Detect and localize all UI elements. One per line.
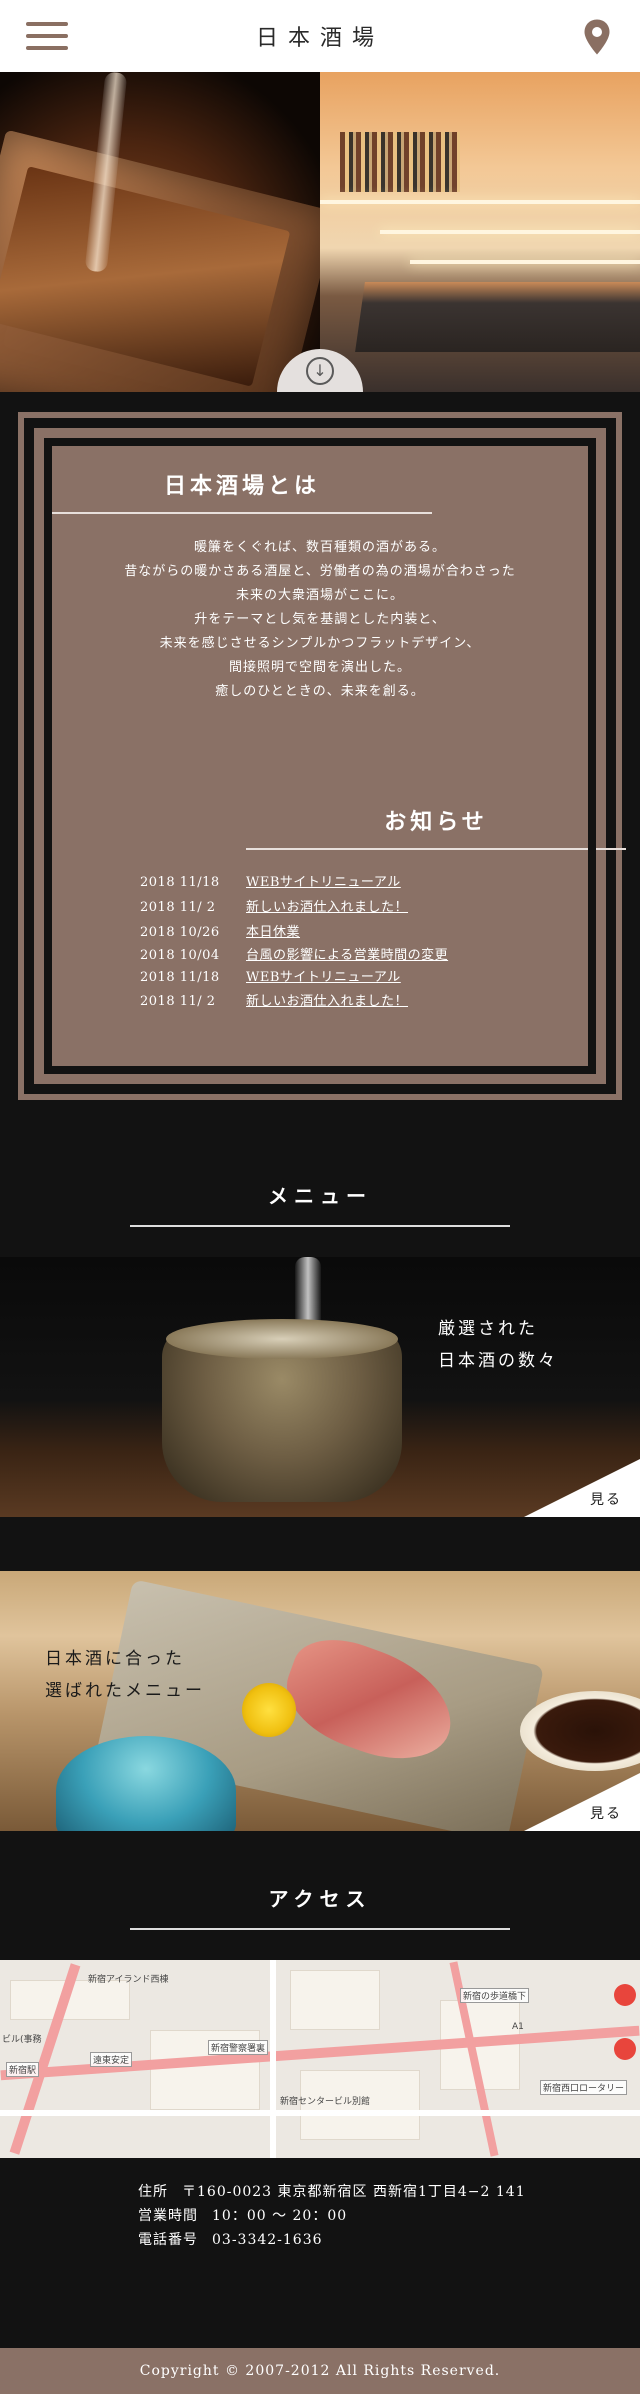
menu-card-food[interactable]: 日本酒に合った 選ばれたメニュー 見る [0, 1571, 640, 1831]
news-date: 2018 10/26 [140, 925, 220, 940]
news-text: WEBサイトリニューアル [246, 875, 401, 890]
phone-label: 電話番号 [138, 2232, 198, 2248]
see-more-button[interactable]: 見る [590, 1489, 622, 1509]
map-marker-icon[interactable] [614, 1984, 636, 2006]
news-divider [246, 848, 626, 850]
menu-card-line: 選ばれたメニュー [45, 1681, 205, 1701]
news-text: 新しいお酒仕入れました！ [246, 900, 409, 915]
map-marker-icon[interactable] [614, 2038, 636, 2060]
access-title: アクセス [268, 1887, 372, 1911]
hero: ↓ [0, 72, 640, 392]
news-date: 2018 10/04 [140, 948, 220, 963]
menu-card-sake[interactable]: 厳選された 日本酒の数々 見る [0, 1257, 640, 1517]
about-line: 升をテーマとし気を基調とした内装と、 [194, 612, 446, 627]
hamburger-icon[interactable] [26, 22, 68, 52]
about-line: 間接照明で空間を演出した。 [228, 660, 411, 675]
map-label: 新宿センタービル別館 [280, 2097, 371, 2107]
site-title[interactable]: 日本酒場 [256, 20, 384, 52]
map-label: 新宿駅 [6, 2062, 40, 2077]
hours-row: 営業時間 10：00 〜 20：00 [138, 2204, 640, 2228]
news-text: 新しいお酒仕入れました！ [246, 994, 409, 1009]
news-date: 2018 11/18 [140, 970, 220, 985]
see-more-corner [524, 1459, 640, 1517]
news-list: 2018 11/18 WEBサイトリニューアル 2018 11/ 2 新しいお酒仕入… [140, 870, 606, 1014]
about-text: 暖簾をくぐれば、数百種類の酒がある。 昔ながらの暖かさある酒屋と、労働者の為の酒… [34, 536, 606, 704]
menu-title: メニュー [268, 1184, 372, 1208]
menu-section: メニュー 厳選された 日本酒の数々 見る 日本酒に合った 選ばれたメニュー 見る [0, 1138, 640, 1831]
news-item[interactable]: 2018 11/18 WEBサイトリニューアル [140, 870, 606, 895]
about-section: 日本酒場とは 暖簾をくぐれば、数百種類の酒がある。 昔ながらの暖かさある酒屋と、… [0, 392, 640, 1138]
phone-value[interactable]: 03-3342-1636 [212, 2232, 323, 2248]
map-label: 新宿アイランド西棟 [88, 1975, 169, 1985]
about-line: 未来の大衆酒場がここに。 [235, 588, 404, 603]
menu-card-text: 日本酒に合った 選ばれたメニュー [45, 1643, 205, 1707]
address-value: 〒160-0023 東京都新宿区 西新宿1丁目4−2 141 [182, 2184, 526, 2200]
map-label: ビル(事務 [2, 2035, 42, 2045]
access-section: アクセス 新宿アイランド西棟 ビル(事務 新宿駅 遠東安定 新宿警察署裏 新宿セ… [0, 1831, 640, 2158]
menu-card-text: 厳選された 日本酒の数々 [438, 1313, 558, 1377]
about-line: 暖簾をくぐれば、数百種類の酒がある。 [193, 540, 446, 555]
copyright: Copyright © 2007-2012 All Rights Reserve… [139, 2363, 501, 2379]
menu-divider [130, 1225, 510, 1227]
about-line: 昔ながらの暖かさある酒屋と、労働者の為の酒場が合わさった [124, 564, 516, 579]
news-date: 2018 11/ 2 [140, 994, 216, 1009]
site-header: 日本酒場 [0, 0, 640, 72]
menu-card-line: 厳選された [438, 1319, 538, 1339]
see-more-button[interactable]: 見る [590, 1803, 622, 1823]
news-date: 2018 11/18 [140, 875, 220, 890]
news-item[interactable]: 2018 10/26 本日休業 [140, 920, 606, 945]
news-item[interactable]: 2018 11/ 2 新しいお酒仕入れました！ [140, 989, 606, 1014]
about-title: 日本酒場とは [163, 473, 320, 499]
map-pin-icon[interactable] [582, 18, 612, 56]
news-text: WEBサイトリニューアル [246, 970, 401, 985]
shop-info: 住所 〒160-0023 東京都新宿区 西新宿1丁目4−2 141 営業時間 10：… [0, 2158, 640, 2348]
access-map[interactable]: 新宿アイランド西棟 ビル(事務 新宿駅 遠東安定 新宿警察署裏 新宿センタービル… [0, 1960, 640, 2158]
map-label: 遠東安定 [90, 2052, 133, 2067]
map-label: 新宿警察署裏 [208, 2040, 269, 2055]
phone-row: 電話番号 03-3342-1636 [138, 2228, 640, 2252]
map-label: A1 [512, 2022, 524, 2032]
see-more-corner [524, 1773, 640, 1831]
site-footer: Copyright © 2007-2012 All Rights Reserve… [0, 2348, 640, 2394]
hours-value: 10：00 〜 20：00 [212, 2208, 348, 2224]
access-divider [130, 1928, 510, 1930]
news-title: お知らせ [384, 809, 488, 835]
menu-card-line: 日本酒に合った [45, 1649, 185, 1669]
news-item[interactable]: 2018 11/18 WEBサイトリニューアル [140, 967, 606, 989]
address-label: 住所 [138, 2184, 168, 2200]
address-row: 住所 〒160-0023 東京都新宿区 西新宿1丁目4−2 141 [138, 2180, 640, 2204]
about-line: 癒しのひとときの、未来を創る。 [215, 684, 425, 699]
hero-image-masu-sake [0, 72, 320, 392]
menu-card-line: 日本酒の数々 [438, 1351, 558, 1371]
hero-image-bar-interior [320, 72, 640, 392]
arrow-down-circle-icon: ↓ [306, 357, 334, 385]
about-divider [52, 512, 432, 514]
map-label: 新宿西口ロータリー [540, 2080, 628, 2095]
news-item[interactable]: 2018 11/ 2 新しいお酒仕入れました！ [140, 895, 606, 920]
about-line: 未来を感じさせるシンプルかつフラットデザイン、 [159, 636, 481, 651]
hours-label: 営業時間 [138, 2208, 198, 2224]
map-label: 新宿の歩道橋下 [460, 1988, 530, 2003]
news-item[interactable]: 2018 10/04 台風の影響による営業時間の変更 [140, 945, 606, 967]
news-text: 台風の影響による営業時間の変更 [246, 948, 449, 963]
news-text: 本日休業 [246, 925, 301, 940]
news-date: 2018 11/ 2 [140, 900, 216, 915]
